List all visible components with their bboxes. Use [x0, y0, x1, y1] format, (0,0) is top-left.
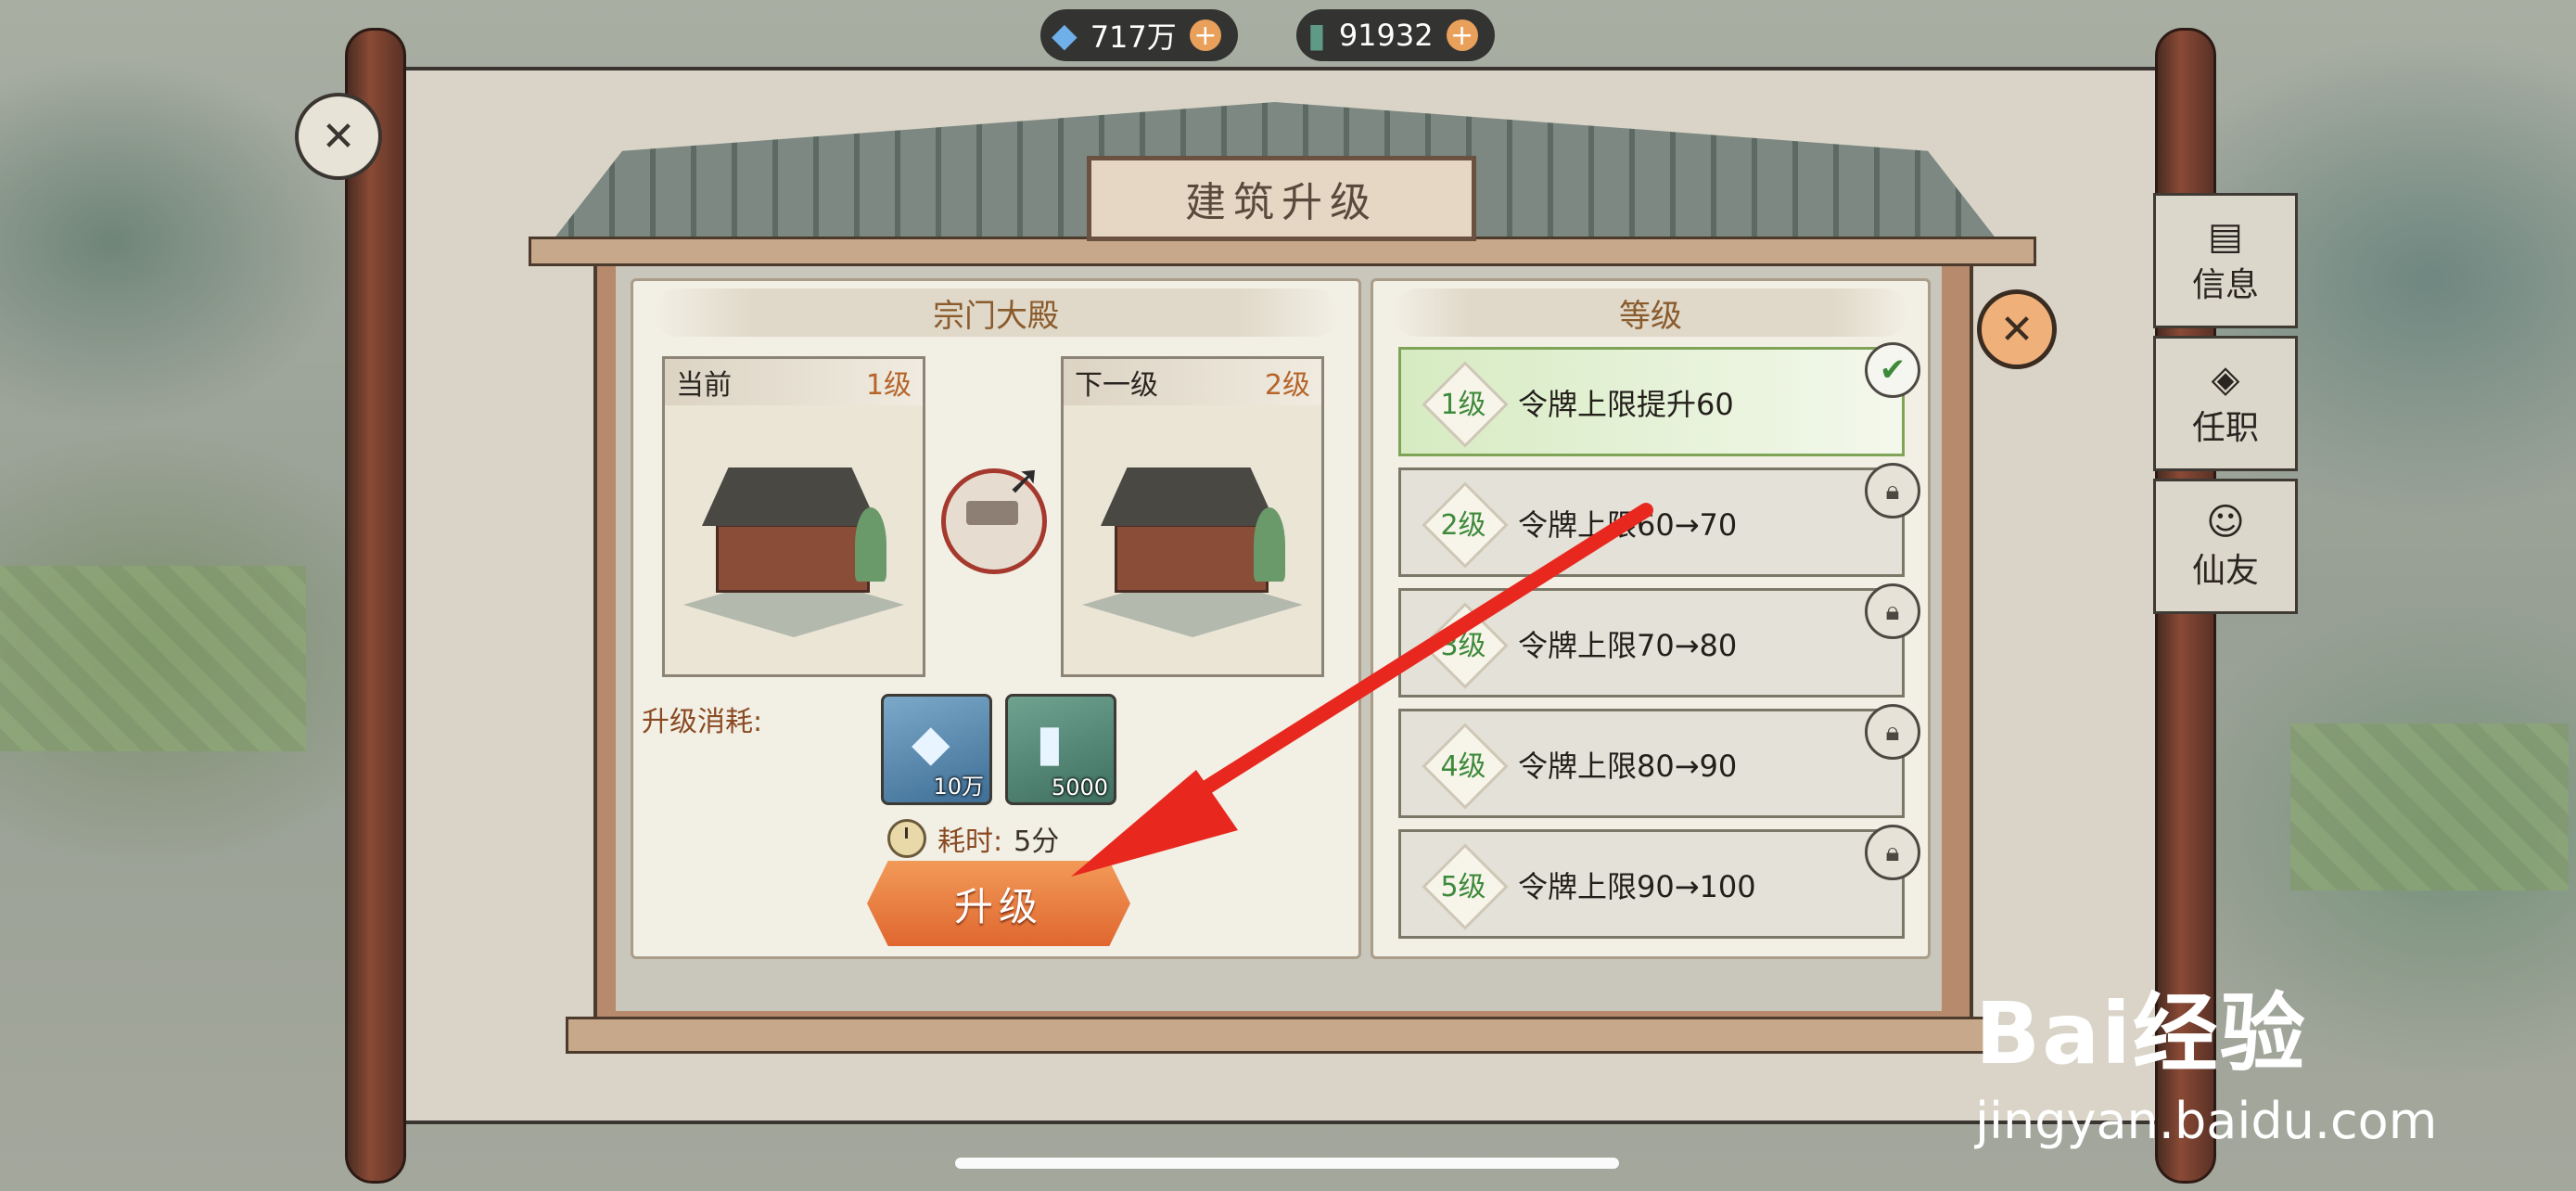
watermark-url: jingyan.baidu.com: [1975, 1092, 2438, 1150]
watermark-brand: Bai经验: [1975, 984, 2307, 1083]
home-indicator[interactable]: [955, 1158, 1619, 1169]
baidu-watermark: Bai经验 jingyan.baidu.com: [1975, 965, 2437, 1150]
